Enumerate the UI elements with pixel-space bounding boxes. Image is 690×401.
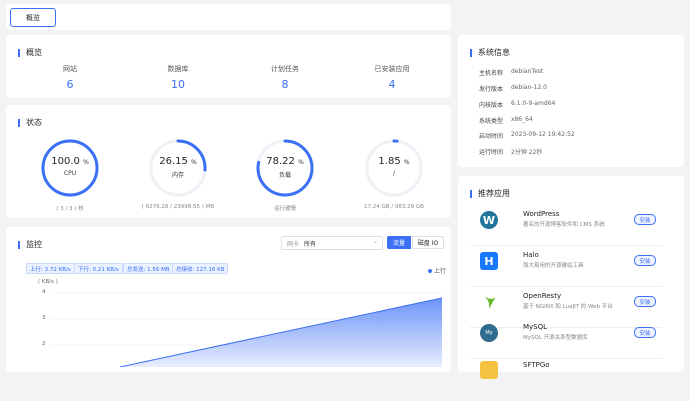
sysinfo-value: debian-12.0 (511, 84, 547, 91)
sftpgo-icon (480, 361, 498, 379)
install-button[interactable]: 安装 (634, 255, 656, 266)
sysinfo-key: 运行时间 (479, 149, 504, 156)
app-name: Halo (523, 251, 539, 259)
apps-title: 推荐应用 (470, 188, 510, 199)
app-sftpgo: SFTPGo (470, 355, 662, 401)
sysinfo-key: 发行版本 (479, 86, 504, 93)
sysinfo-value: 6.1.0-9-amd64 (511, 100, 556, 107)
install-button[interactable]: 安装 (634, 296, 656, 307)
openresty-icon (480, 293, 498, 311)
app-wordpress: W WordPress 著名的开源博客软件和 CMS 系统 安装 (470, 199, 662, 246)
sysinfo-key: 启动时间 (479, 133, 504, 140)
app-desc: MySQL 开源关系型数据库 (523, 335, 588, 341)
mysql-icon: My (480, 324, 498, 342)
halo-icon: H (480, 252, 498, 270)
sysinfo-key: 主机名称 (479, 70, 504, 77)
app-mysql: My MySQL MySQL 开源关系型数据库 安装 (470, 312, 662, 359)
sysinfo-value: debianTest (511, 68, 544, 75)
app-halo: H Halo 强大易用的开源建站工具 安装 (470, 240, 662, 287)
install-button[interactable]: 安装 (634, 214, 656, 225)
app-desc: 著名的开源博客软件和 CMS 系统 (523, 222, 605, 228)
sysinfo-key: 系统类型 (479, 118, 504, 125)
sysinfo-key: 内核版本 (479, 102, 504, 109)
app-name: SFTPGo (523, 361, 550, 369)
sysinfo-value: 2分钟 22秒 (511, 149, 543, 156)
wordpress-icon: W (480, 211, 498, 229)
app-name: OpenResty (523, 292, 562, 300)
sysinfo-value: x86_64 (511, 116, 533, 123)
app-desc: 基于 NGINX 和 LuaJIT 的 Web 平台 (523, 304, 613, 310)
install-button[interactable]: 安装 (634, 327, 656, 338)
sysinfo-title: 系统信息 (470, 47, 510, 58)
app-name: MySQL (523, 323, 548, 331)
app-desc: 强大易用的开源建站工具 (523, 263, 584, 269)
sysinfo-value: 2023-09-12 19:42:52 (511, 131, 575, 138)
app-name: WordPress (523, 210, 560, 218)
